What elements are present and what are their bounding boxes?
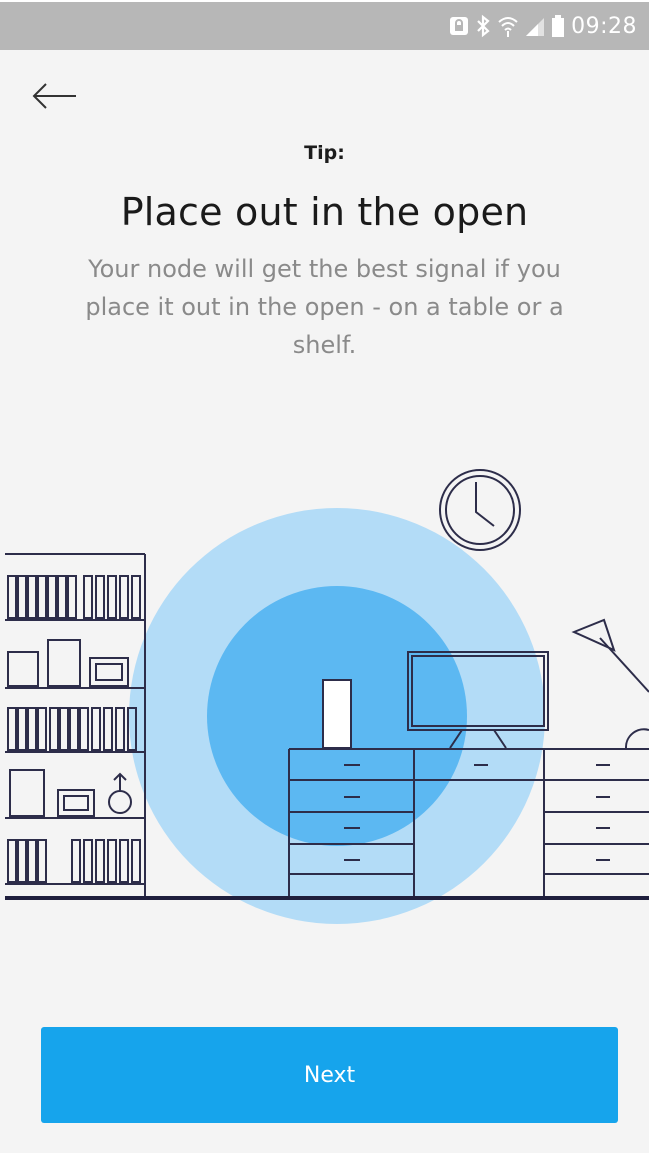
cell-signal-icon bbox=[525, 15, 545, 37]
tip-description: Your node will get the best signal if yo… bbox=[85, 255, 564, 359]
page-title: Place out in the open bbox=[120, 190, 529, 234]
battery-icon bbox=[551, 14, 565, 38]
wifi-icon bbox=[497, 14, 519, 38]
status-time: 09:28 bbox=[571, 13, 637, 39]
next-button[interactable]: Next bbox=[41, 1027, 618, 1123]
status-bar: 09:28 bbox=[0, 0, 649, 50]
status-icons: 09:28 bbox=[449, 12, 637, 40]
bluetooth-icon bbox=[475, 14, 491, 38]
node-placement-illustration bbox=[0, 460, 649, 940]
lock-notification-icon bbox=[449, 15, 469, 37]
back-button[interactable] bbox=[30, 76, 86, 120]
tip-label: Tip: bbox=[304, 142, 345, 164]
setup-tip-screen: 09:28 Tip: Place out in the open Your no… bbox=[0, 0, 649, 1153]
arrow-left-icon bbox=[30, 81, 78, 115]
